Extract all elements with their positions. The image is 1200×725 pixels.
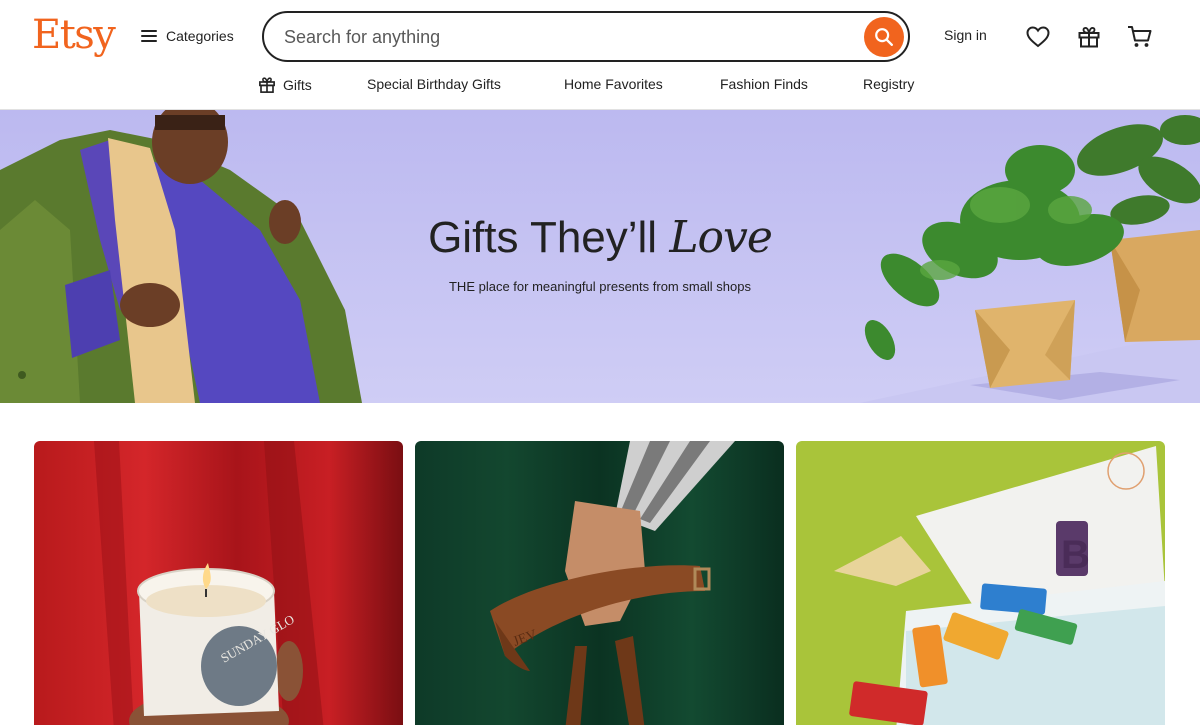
product-card-camera-strap[interactable]: JEV [415, 441, 784, 725]
hamburger-icon [141, 30, 157, 42]
hero-title-italic: Love [669, 212, 773, 263]
etsy-logo[interactable]: Etsy [32, 10, 116, 60]
site-header: Etsy Categories Sign in [0, 0, 1200, 110]
heart-icon [1026, 26, 1050, 48]
gift-icon [259, 77, 275, 93]
subnav-fashion-finds[interactable]: Fashion Finds [720, 76, 808, 92]
product-card-letter-blocks[interactable]: B [796, 441, 1165, 725]
sign-in-link[interactable]: Sign in [944, 27, 987, 43]
search-icon [875, 28, 893, 46]
gift-button[interactable] [1076, 24, 1102, 50]
camera-strap-image: JEV [415, 441, 784, 725]
subnav-home-favorites[interactable]: Home Favorites [564, 76, 663, 92]
search-bar [262, 11, 910, 62]
subnav-gifts[interactable]: Gifts [258, 76, 312, 94]
block-letter-text: B [1061, 533, 1090, 577]
categories-button[interactable]: Categories [141, 24, 234, 48]
cart-icon [1128, 26, 1152, 47]
subnav-registry[interactable]: Registry [863, 76, 914, 92]
cart-button[interactable] [1127, 24, 1153, 50]
product-card-candle[interactable]: SUNDAY GLO [34, 441, 403, 725]
candle-image: SUNDAY GLO [34, 441, 403, 725]
sub-navigation: Gifts Special Birthday Gifts Home Favori… [0, 72, 1200, 98]
hero-plants-image [864, 115, 1200, 400]
letter-blocks-image: B [796, 441, 1165, 725]
categories-label: Categories [166, 28, 234, 44]
search-input[interactable] [284, 23, 854, 51]
subnav-gifts-label: Gifts [283, 77, 312, 93]
subnav-special-birthday-gifts[interactable]: Special Birthday Gifts [367, 76, 501, 92]
hero-title-main: Gifts They’ll [428, 213, 658, 262]
search-button[interactable] [864, 17, 904, 57]
hero-banner[interactable]: Gifts They’ll Love THE place for meaning… [0, 110, 1200, 403]
gift-icon [1078, 27, 1100, 48]
favorites-button[interactable] [1025, 24, 1051, 50]
